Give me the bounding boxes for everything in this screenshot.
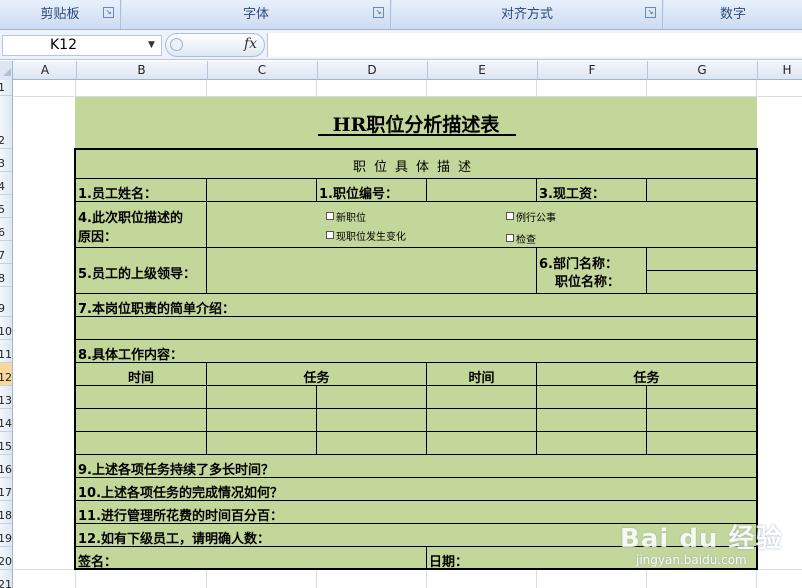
row-headers: 1 2 3 4 5 6 7 8 9 10 11 12 13 14 15 16 1… bbox=[0, 80, 13, 588]
label-current-salary: 3.现工资： bbox=[539, 187, 605, 202]
row-header[interactable]: 9 bbox=[0, 287, 12, 317]
label-position-number: 1.职位编号： bbox=[319, 187, 398, 202]
expand-icon[interactable] bbox=[170, 38, 183, 51]
option-new-position: 新职位 bbox=[336, 213, 366, 224]
checkbox-position-changed[interactable] bbox=[326, 231, 334, 239]
row-header[interactable]: 17 bbox=[0, 478, 12, 501]
column-header-d[interactable]: D bbox=[317, 61, 428, 80]
label-signature: 签名： bbox=[78, 555, 118, 570]
label-q10: 10.上述各项任务的完成情况如何？ bbox=[78, 486, 284, 501]
ribbon-group-label: 字体 bbox=[242, 7, 269, 22]
row-header[interactable]: 19 bbox=[0, 524, 12, 547]
ribbon-group-label: 数字 bbox=[719, 7, 746, 22]
column-header-b[interactable]: B bbox=[76, 61, 208, 80]
row-header-selected[interactable]: 12 bbox=[0, 363, 12, 386]
row-header[interactable]: 13 bbox=[0, 386, 12, 409]
chevron-down-icon[interactable]: ▼ bbox=[148, 40, 155, 50]
label-q12: 12.如有下级员工，请明确人数： bbox=[78, 532, 271, 547]
column-task-2: 任务 bbox=[633, 371, 660, 386]
option-check: 检查 bbox=[516, 235, 536, 246]
form-subtitle: 职位具体描述 bbox=[352, 160, 479, 175]
title-underline bbox=[318, 134, 516, 136]
ribbon-group-font[interactable]: 字体 ↘ bbox=[122, 0, 391, 29]
label-position-name: 职位名称： bbox=[555, 275, 621, 290]
ribbon-group-alignment[interactable]: 对齐方式 ↘ bbox=[392, 0, 663, 29]
label-work-content: 8.具体工作内容： bbox=[78, 348, 183, 363]
label-supervisor: 5.员工的上级领导： bbox=[78, 267, 196, 282]
row-header[interactable]: 8 bbox=[0, 264, 12, 287]
checkbox-routine[interactable] bbox=[506, 212, 514, 220]
row-header[interactable]: 16 bbox=[0, 455, 12, 478]
formula-input[interactable] bbox=[267, 33, 802, 57]
row-header[interactable]: 7 bbox=[0, 241, 12, 264]
row-header[interactable]: 4 bbox=[0, 172, 12, 195]
form-title: HR职位分析描述表 bbox=[332, 114, 500, 136]
watermark-brand: Bai du 经验 bbox=[620, 524, 783, 554]
label-q9: 9.上述各项任务持续了多长时间？ bbox=[78, 463, 274, 478]
checkbox-new-position[interactable] bbox=[326, 212, 334, 220]
option-position-changed: 现职位发生变化 bbox=[336, 232, 406, 243]
row-header[interactable]: 10 bbox=[0, 317, 12, 340]
column-task-1: 任务 bbox=[303, 371, 330, 386]
column-time-1: 时间 bbox=[127, 371, 154, 386]
ribbon-group-number[interactable]: 数字 bbox=[664, 0, 802, 29]
label-employee-name: 1.员工姓名： bbox=[78, 187, 157, 202]
column-header-e[interactable]: E bbox=[427, 61, 538, 80]
column-header-h[interactable]: H bbox=[757, 61, 802, 80]
label-date: 日期： bbox=[429, 555, 469, 570]
dialog-launcher-icon[interactable]: ↘ bbox=[103, 7, 114, 18]
label-department: 6.部门名称： bbox=[539, 257, 618, 272]
column-header-a[interactable]: A bbox=[14, 61, 77, 80]
column-header-f[interactable]: F bbox=[537, 61, 648, 80]
row-header[interactable]: 3 bbox=[0, 149, 12, 172]
select-all-icon bbox=[3, 68, 11, 76]
column-time-2: 时间 bbox=[468, 371, 495, 386]
row-header[interactable]: 1 bbox=[0, 80, 12, 96]
row-header[interactable]: 20 bbox=[0, 547, 12, 570]
ribbon: 剪贴板 ↘ 字体 ↘ 对齐方式 ↘ 数字 bbox=[0, 0, 802, 30]
name-box[interactable]: K12 bbox=[2, 35, 162, 56]
label-reason-line1: 4.此次职位描述的 bbox=[78, 211, 183, 226]
watermark-url: jingyan.baidu.com bbox=[636, 553, 747, 567]
dialog-launcher-icon[interactable]: ↘ bbox=[373, 7, 384, 18]
label-reason-line2: 原因： bbox=[78, 230, 118, 245]
label-duty-intro: 7.本岗位职责的简单介绍： bbox=[78, 302, 235, 317]
row-header[interactable]: 21 bbox=[0, 570, 12, 588]
column-header-c[interactable]: C bbox=[207, 61, 318, 80]
ribbon-group-label: 对齐方式 bbox=[500, 7, 553, 22]
row-header[interactable]: 14 bbox=[0, 409, 12, 432]
insert-function-button[interactable]: fx bbox=[244, 36, 257, 52]
ribbon-group-clipboard[interactable]: 剪贴板 ↘ bbox=[0, 0, 121, 29]
dialog-launcher-icon[interactable]: ↘ bbox=[645, 7, 656, 18]
row-header[interactable]: 6 bbox=[0, 218, 12, 241]
column-header-g[interactable]: G bbox=[647, 61, 758, 80]
row-header[interactable]: 2 bbox=[0, 96, 12, 149]
column-headers: A B C D E F G H bbox=[0, 61, 802, 80]
row-header[interactable]: 18 bbox=[0, 501, 12, 524]
row-header[interactable]: 15 bbox=[0, 432, 12, 455]
checkbox-check[interactable] bbox=[506, 234, 514, 242]
label-q11: 11.进行管理所花费的时间百分百： bbox=[78, 509, 284, 524]
ribbon-group-label: 剪贴板 bbox=[40, 7, 80, 22]
option-routine: 例行公事 bbox=[516, 213, 556, 224]
row-header[interactable]: 5 bbox=[0, 195, 12, 218]
row-header[interactable]: 11 bbox=[0, 340, 12, 363]
